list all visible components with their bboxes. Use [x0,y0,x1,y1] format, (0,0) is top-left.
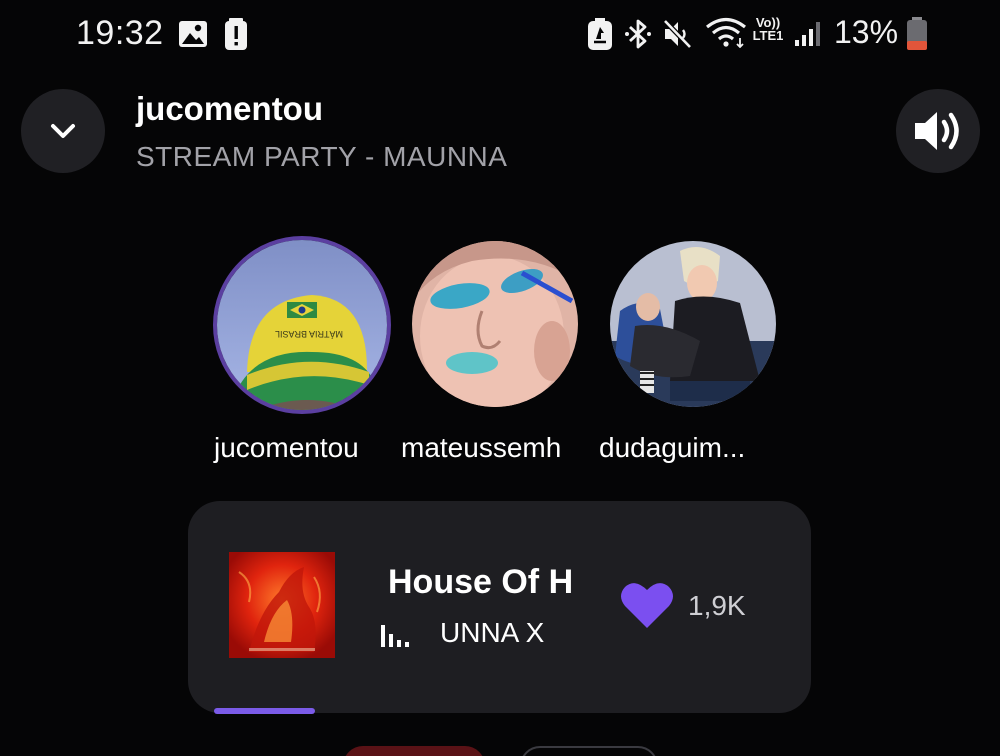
signal-icon [795,22,820,46]
avatar-image [610,241,776,407]
album-cover [229,552,335,658]
like-heart-icon[interactable] [619,580,675,630]
alert-icon [225,18,247,50]
avatar-image: MÁTRIA BRASIL [217,240,387,410]
volume-button[interactable] [896,89,980,173]
leave-button[interactable] [343,746,485,756]
volume-icon [915,112,959,150]
gallery-icon [179,21,207,47]
mute-icon [663,19,692,49]
party-title: STREAM PARTY - MAUNNA [136,141,508,172]
album-cover-image [229,552,335,658]
playing-bars-icon [381,625,409,647]
battery-percent: 13% [834,14,899,50]
participant-name: dudaguim... [599,432,746,463]
secondary-action-button[interactable] [520,746,658,756]
battery-icon [907,17,927,50]
party-host-name: jucomentou [136,90,323,127]
avatar-image [412,241,578,407]
battery-saver-icon [588,18,612,50]
wifi-icon [706,17,746,48]
participant-avatar-host[interactable]: MÁTRIA BRASIL [213,236,391,414]
status-time: 19:32 [76,14,164,52]
participant-avatar[interactable] [412,241,578,407]
status-bar: 19:32 Vo)) LTE1 13% [0,0,1000,68]
network-type-label: Vo)) LTE1 [748,16,788,42]
chevron-down-icon [51,124,75,138]
participant-name: jucomentou [214,432,359,463]
participant-avatar[interactable] [610,241,776,407]
playback-progress-fill [214,708,315,714]
track-title: House Of H [388,563,574,601]
participant-name: mateussemh [401,432,562,463]
stream-party-screen: 19:32 Vo)) LTE1 13% jucomentou STREAM PA… [0,0,1000,756]
now-playing-card[interactable]: House Of H UNNA X 1,9K [188,501,811,713]
svg-text:MÁTRIA BRASIL: MÁTRIA BRASIL [275,329,343,339]
collapse-button[interactable] [21,89,105,173]
playback-progress[interactable] [214,708,774,714]
bluetooth-icon [625,19,651,49]
like-count: 1,9K [688,590,746,621]
track-artist: UNNA X [440,617,545,648]
lte-label: LTE1 [752,28,784,43]
